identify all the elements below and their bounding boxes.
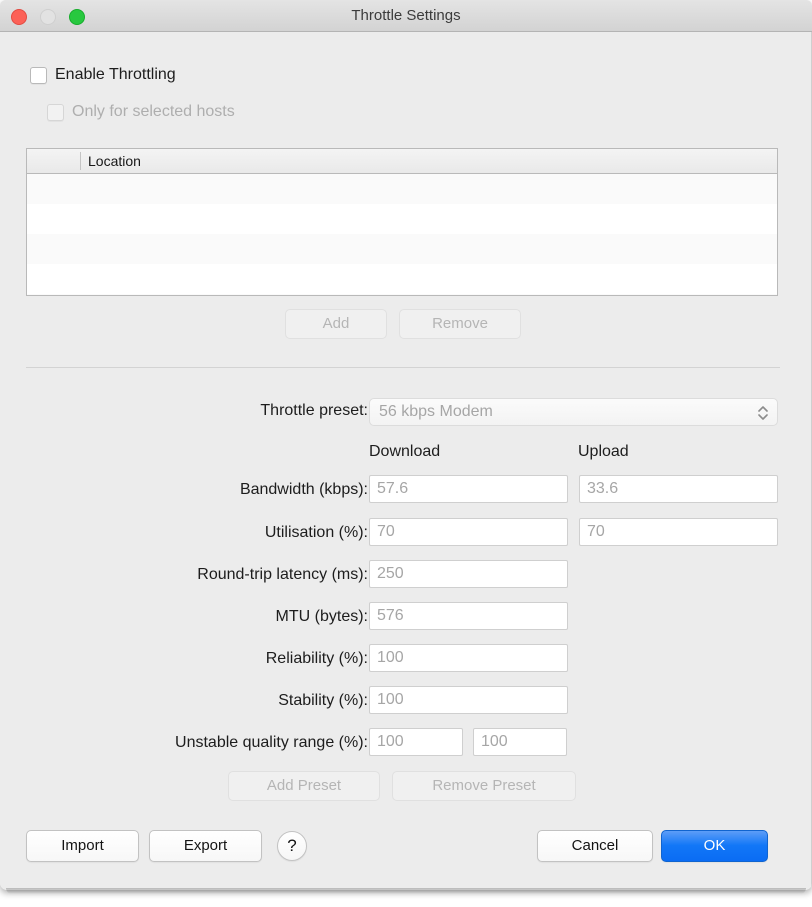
bandwidth-label: Bandwidth (kbps): xyxy=(239,481,368,498)
only-selected-hosts-checkbox xyxy=(47,104,64,121)
reliability-label: Reliability (%): xyxy=(265,650,368,667)
help-button[interactable]: ? xyxy=(277,831,307,861)
window-shadow xyxy=(6,888,806,894)
remove-preset-button: Remove Preset xyxy=(392,771,576,801)
throttle-settings-window: Throttle Settings Enable Throttling Only… xyxy=(0,0,812,890)
screen: Throttle Settings Enable Throttling Only… xyxy=(0,0,812,907)
throttle-preset-label: Throttle preset: xyxy=(260,402,368,419)
remove-host-button: Remove xyxy=(399,309,521,339)
download-column-header: Download xyxy=(369,443,441,460)
table-row xyxy=(27,264,777,294)
add-host-button: Add xyxy=(285,309,387,339)
round-trip-latency-input[interactable]: 250 xyxy=(369,560,568,588)
only-selected-hosts-label: Only for selected hosts xyxy=(72,103,235,120)
utilisation-download-input[interactable]: 70 xyxy=(369,518,568,546)
export-button[interactable]: Export xyxy=(149,830,262,862)
reliability-input[interactable]: 100 xyxy=(369,644,568,672)
utilisation-upload-input[interactable]: 70 xyxy=(579,518,778,546)
table-row xyxy=(27,234,777,264)
bandwidth-upload-input[interactable]: 33.6 xyxy=(579,475,778,503)
utilisation-label: Utilisation (%): xyxy=(264,524,368,541)
add-preset-button: Add Preset xyxy=(228,771,380,801)
dialog-body: Enable Throttling Only for selected host… xyxy=(0,32,812,890)
chevron-updown-icon xyxy=(756,403,770,423)
enable-throttling-checkbox[interactable] xyxy=(30,67,47,84)
ok-button[interactable]: OK xyxy=(661,830,768,862)
hosts-table[interactable]: Location xyxy=(26,148,778,296)
enable-throttling-label[interactable]: Enable Throttling xyxy=(55,66,176,84)
stability-input[interactable]: 100 xyxy=(369,686,568,714)
window-title: Throttle Settings xyxy=(351,7,461,24)
throttle-preset-value: 56 kbps Modem xyxy=(379,403,493,420)
unstable-quality-range-label: Unstable quality range (%): xyxy=(175,734,368,751)
cancel-button[interactable]: Cancel xyxy=(537,830,653,862)
unstable-quality-range-min-input[interactable]: 100 xyxy=(369,728,463,756)
column-header-location[interactable]: Location xyxy=(88,149,141,173)
mtu-label: MTU (bytes): xyxy=(275,608,368,625)
mtu-input[interactable]: 576 xyxy=(369,602,568,630)
upload-column-header: Upload xyxy=(578,443,629,460)
round-trip-latency-label: Round-trip latency (ms): xyxy=(197,566,368,583)
bandwidth-download-input[interactable]: 57.6 xyxy=(369,475,568,503)
section-divider xyxy=(26,367,780,368)
table-row xyxy=(27,204,777,234)
import-button[interactable]: Import xyxy=(26,830,139,862)
table-row xyxy=(27,294,777,295)
throttle-preset-select: 56 kbps Modem xyxy=(369,398,778,426)
hosts-table-header: Location xyxy=(27,149,777,174)
column-divider[interactable] xyxy=(80,152,81,170)
stability-label: Stability (%): xyxy=(278,692,368,709)
unstable-quality-range-max-input[interactable]: 100 xyxy=(473,728,567,756)
window-titlebar[interactable]: Throttle Settings xyxy=(0,0,812,32)
hosts-table-body[interactable] xyxy=(27,174,777,295)
table-row xyxy=(27,174,777,204)
